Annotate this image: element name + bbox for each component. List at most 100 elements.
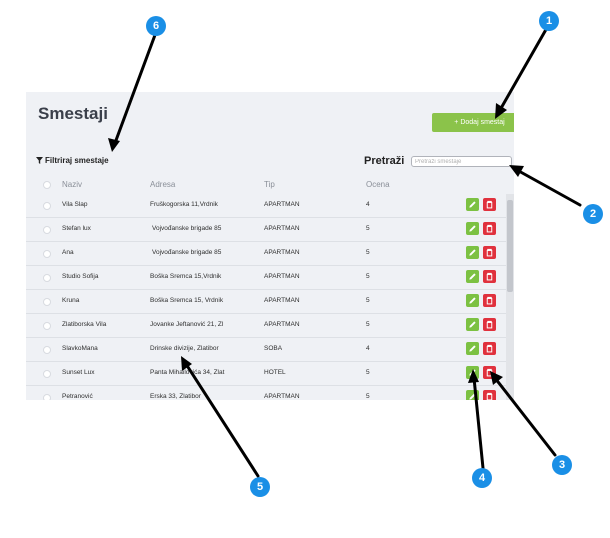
cell-tip: APARTMAN: [264, 273, 300, 280]
cell-ocena: 5: [366, 225, 370, 232]
trash-icon: [486, 320, 493, 329]
annotation-badge-4: 4: [472, 468, 492, 488]
search-label: Pretraži: [364, 155, 405, 167]
filter-toggle[interactable]: Filtriraj smestaje: [36, 156, 109, 165]
annotation-badge-1: 1: [539, 11, 559, 31]
cell-adresa: Boška Sremca 15,Vrdnik: [150, 273, 222, 280]
table-scrollbar[interactable]: [506, 194, 514, 400]
cell-naziv: Sunset Lux: [62, 369, 95, 376]
column-header-ocena[interactable]: Ocena: [366, 180, 390, 189]
cell-tip: APARTMAN: [264, 321, 300, 328]
pencil-icon: [469, 201, 476, 208]
row-checkbox[interactable]: [43, 202, 51, 210]
cell-ocena: 5: [366, 321, 370, 328]
annotation-badge-2: 2: [583, 204, 603, 224]
cell-tip: APARTMAN: [264, 225, 300, 232]
table-row[interactable]: Ana Vojvođanske brigade 85 APARTMAN 5: [26, 242, 506, 266]
trash-icon: [486, 368, 493, 377]
delete-button[interactable]: [483, 342, 496, 355]
column-header-naziv[interactable]: Naziv: [62, 180, 82, 189]
cell-naziv: Kruna: [62, 297, 80, 304]
pencil-icon: [469, 297, 476, 304]
edit-button[interactable]: [466, 222, 479, 235]
table-row[interactable]: Zlatiborska Vila Jovanke Jeftanović 21, …: [26, 314, 506, 338]
table-row[interactable]: Kruna Boška Sremca 15, Vrdnik APARTMAN 5: [26, 290, 506, 314]
table-row[interactable]: Sunset Lux Panta Mihailovića 34, Zlat HO…: [26, 362, 506, 386]
filter-label: Filtriraj smestaje: [45, 156, 109, 165]
cell-tip: SOBA: [264, 345, 283, 352]
pencil-icon: [469, 249, 476, 256]
delete-button[interactable]: [483, 198, 496, 211]
edit-button[interactable]: [466, 390, 479, 400]
cell-tip: APARTMAN: [264, 201, 300, 208]
cell-ocena: 4: [366, 201, 370, 208]
edit-button[interactable]: [466, 366, 479, 379]
delete-button[interactable]: [483, 246, 496, 259]
search-input[interactable]: [411, 156, 512, 167]
cell-tip: APARTMAN: [264, 297, 300, 304]
accommodations-panel: Smestaji + Dodaj smestaj Filtriraj smest…: [26, 92, 514, 400]
trash-icon: [486, 200, 493, 209]
cell-adresa: Vojvođanske brigade 85: [152, 225, 222, 232]
delete-button[interactable]: [483, 390, 496, 400]
row-checkbox[interactable]: [43, 298, 51, 306]
pencil-icon: [469, 321, 476, 328]
edit-button[interactable]: [466, 342, 479, 355]
cell-adresa: Fruškogorska 11,Vrdnik: [150, 201, 218, 208]
table-header: Naziv Adresa Tip Ocena: [26, 174, 514, 194]
cell-naziv: Studio Sofija: [62, 273, 99, 280]
cell-ocena: 5: [366, 273, 370, 280]
annotation-arrow-2: [515, 168, 582, 207]
row-checkbox[interactable]: [43, 346, 51, 354]
edit-button[interactable]: [466, 318, 479, 331]
delete-button[interactable]: [483, 294, 496, 307]
trash-icon: [486, 248, 493, 257]
add-accommodation-button[interactable]: + Dodaj smestaj: [432, 113, 514, 132]
table-body: Vila Slap Fruškogorska 11,Vrdnik APARTMA…: [26, 194, 506, 400]
cell-tip: APARTMAN: [264, 249, 300, 256]
edit-button[interactable]: [466, 198, 479, 211]
pencil-icon: [469, 369, 476, 376]
delete-button[interactable]: [483, 270, 496, 283]
cell-ocena: 5: [366, 297, 370, 304]
edit-button[interactable]: [466, 246, 479, 259]
select-all-checkbox[interactable]: [43, 181, 51, 189]
edit-button[interactable]: [466, 294, 479, 307]
row-checkbox[interactable]: [43, 394, 51, 400]
scrollbar-thumb[interactable]: [507, 200, 513, 292]
row-checkbox[interactable]: [43, 226, 51, 234]
delete-button[interactable]: [483, 318, 496, 331]
cell-adresa: Jovanke Jeftanović 21, Zl: [150, 321, 224, 328]
table-row[interactable]: Vila Slap Fruškogorska 11,Vrdnik APARTMA…: [26, 194, 506, 218]
cell-adresa: Drinske divizije, Zlatibor: [150, 345, 219, 352]
column-header-adresa[interactable]: Adresa: [150, 180, 175, 189]
page-title: Smestaji: [38, 104, 108, 123]
pencil-icon: [469, 393, 476, 400]
column-header-tip[interactable]: Tip: [264, 180, 275, 189]
cell-naziv: SlavkoMana: [62, 345, 98, 352]
table-row[interactable]: Stefan lux Vojvođanske brigade 85 APARTM…: [26, 218, 506, 242]
cell-ocena: 5: [366, 369, 370, 376]
edit-button[interactable]: [466, 270, 479, 283]
delete-button[interactable]: [483, 366, 496, 379]
cell-ocena: 5: [366, 393, 370, 400]
table-row[interactable]: Studio Sofija Boška Sremca 15,Vrdnik APA…: [26, 266, 506, 290]
row-checkbox[interactable]: [43, 322, 51, 330]
trash-icon: [486, 272, 493, 281]
annotation-badge-5: 5: [250, 477, 270, 497]
cell-adresa: Erska 33, Zlatibor: [150, 393, 201, 400]
table-row[interactable]: Petranović Erska 33, Zlatibor APARTMAN 5: [26, 386, 506, 400]
cell-adresa: Panta Mihailovića 34, Zlat: [150, 369, 225, 376]
cell-naziv: Zlatiborska Vila: [62, 321, 107, 328]
table-row[interactable]: SlavkoMana Drinske divizije, Zlatibor SO…: [26, 338, 506, 362]
annotation-badge-6: 6: [146, 16, 166, 36]
trash-icon: [486, 392, 493, 400]
delete-button[interactable]: [483, 222, 496, 235]
cell-naziv: Stefan lux: [62, 225, 91, 232]
row-checkbox[interactable]: [43, 250, 51, 258]
cell-naziv: Petranović: [62, 393, 93, 400]
pencil-icon: [469, 273, 476, 280]
row-checkbox[interactable]: [43, 274, 51, 282]
row-checkbox[interactable]: [43, 370, 51, 378]
cell-tip: APARTMAN: [264, 393, 300, 400]
